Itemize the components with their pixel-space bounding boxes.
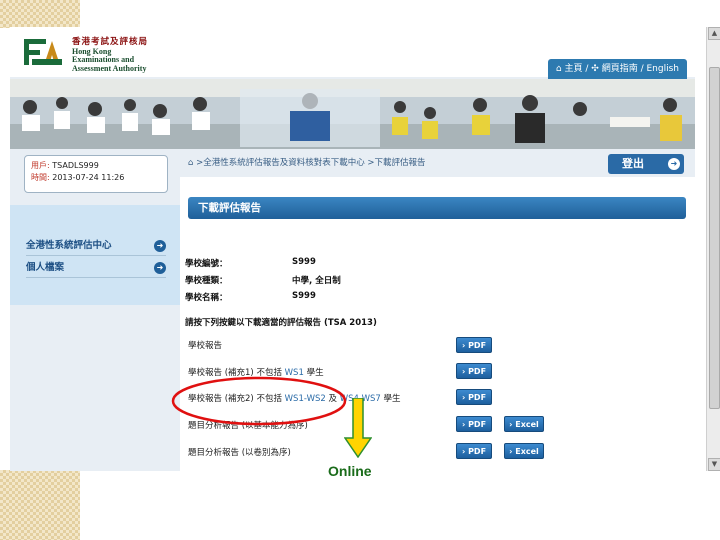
vertical-scrollbar[interactable]: ▲ ▼ bbox=[706, 27, 720, 471]
user-label: 用戶: bbox=[31, 161, 50, 170]
logo-english-line-3: Assessment Authority bbox=[72, 63, 147, 73]
scroll-up-icon[interactable]: ▲ bbox=[708, 27, 720, 40]
time-label: 時間: bbox=[31, 173, 50, 182]
sidebar-item-label: 全港性系統評估中心 bbox=[26, 240, 112, 251]
user-value: TSADLS999 bbox=[52, 161, 99, 170]
logo-text: 香港考試及評核局 Hong Kong Examinations and Asse… bbox=[72, 37, 148, 73]
logout-label: 登出 bbox=[622, 157, 644, 170]
pdf-download-button[interactable]: › PDF bbox=[456, 389, 492, 405]
home-icon[interactable]: ⌂ bbox=[188, 158, 193, 168]
online-label: Online bbox=[328, 463, 372, 479]
info-label: 學校編號： bbox=[185, 259, 228, 269]
arrow-right-icon: ➜ bbox=[154, 240, 166, 252]
scroll-down-icon[interactable]: ▼ bbox=[708, 458, 720, 471]
pdf-download-button[interactable]: › PDF bbox=[456, 363, 492, 379]
nav-home-link[interactable]: 主頁 bbox=[564, 64, 582, 74]
pdf-download-button[interactable]: › PDF bbox=[456, 443, 492, 459]
info-label: 學校名稱： bbox=[185, 293, 228, 303]
excel-download-button[interactable]: › Excel bbox=[504, 443, 544, 459]
report-label-item-analysis-paper: 題目分析報告 (以卷別為序) bbox=[188, 448, 291, 458]
nav-separator-2: / bbox=[640, 64, 644, 74]
slide-decor-bottom-left bbox=[0, 470, 80, 540]
top-navigation: ⌂ 主頁 / ✣ 網頁指南 / English bbox=[547, 59, 687, 79]
sidebar-item-profile[interactable]: 個人檔案 ➜ bbox=[26, 259, 166, 278]
classroom-photo-image bbox=[10, 79, 695, 149]
info-value: S999 bbox=[292, 291, 316, 301]
breadcrumb-path[interactable]: >全港性系統評估報告及資料核對表下載中心 >下載評估報告 bbox=[196, 158, 425, 168]
site-header: 香港考試及評核局 Hong Kong Examinations and Asse… bbox=[10, 27, 695, 79]
logout-button[interactable]: 登出 ➜ bbox=[608, 154, 684, 174]
arrow-right-icon: ➜ bbox=[668, 158, 680, 170]
info-label: 學校種類： bbox=[185, 276, 228, 286]
report-label-school: 學校報告 bbox=[188, 341, 223, 351]
nav-separator: / bbox=[585, 64, 589, 74]
nav-english-link[interactable]: English bbox=[647, 64, 680, 74]
slide-decor-top-left bbox=[0, 0, 80, 28]
logo-chinese-name: 香港考試及評核局 bbox=[72, 36, 149, 46]
arrow-right-icon: ➜ bbox=[154, 262, 166, 274]
sidebar-menu: 全港性系統評估中心 ➜ 個人檔案 ➜ bbox=[10, 205, 180, 305]
highlight-ellipse-annotation bbox=[171, 376, 347, 426]
guide-icon[interactable]: ✣ bbox=[591, 64, 599, 74]
sidebar-item-tsa-centre[interactable]: 全港性系統評估中心 ➜ bbox=[26, 237, 166, 256]
banner-photo bbox=[10, 79, 695, 149]
panel-title: 下載評估報告 bbox=[188, 197, 686, 219]
pdf-download-button[interactable]: › PDF bbox=[456, 337, 492, 353]
hkeaa-logo-icon[interactable] bbox=[22, 37, 66, 69]
down-arrow-icon bbox=[344, 398, 372, 458]
info-value: 中學, 全日制 bbox=[292, 276, 341, 286]
info-value: S999 bbox=[292, 257, 316, 267]
nav-guide-link[interactable]: 網頁指南 bbox=[602, 64, 638, 74]
time-value: 2013-07-24 11:26 bbox=[52, 173, 125, 182]
excel-download-button[interactable]: › Excel bbox=[504, 416, 544, 432]
sidebar-item-label: 個人檔案 bbox=[26, 262, 65, 273]
home-icon[interactable]: ⌂ bbox=[556, 64, 562, 74]
pdf-download-button[interactable]: › PDF bbox=[456, 416, 492, 432]
instruction-text: 請按下列按鍵以下載適當的評估報告 (TSA 2013) bbox=[185, 318, 377, 328]
scrollbar-thumb[interactable] bbox=[709, 67, 720, 409]
breadcrumb: ⌂ >全港性系統評估報告及資料核對表下載中心 >下載評估報告 bbox=[188, 156, 426, 168]
user-info-box: 用戶: TSADLS999 時間: 2013-07-24 11:26 bbox=[24, 155, 168, 193]
